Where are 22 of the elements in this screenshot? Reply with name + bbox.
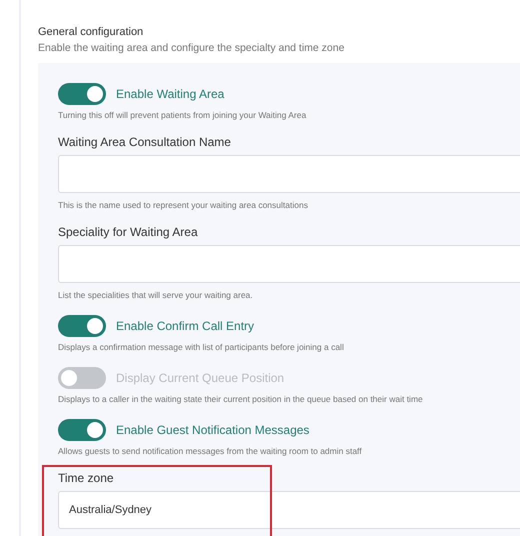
section-subtitle: Enable the waiting area and configure the specialty and time zone	[38, 42, 346, 54]
toggle-label: Display Current Queue Position	[116, 371, 284, 385]
hint-text: List the specialities that will serve your waiting area.	[58, 290, 254, 300]
toggle-label: Enable Guest Notification Messages	[116, 423, 310, 437]
hint-text: Allows guests to send notification messages from the waiting room to admin staff	[58, 446, 363, 456]
toggle-label: Enable Confirm Call Entry	[116, 319, 254, 333]
toggle-label: Enable Waiting Area	[116, 87, 224, 101]
field-label: Time zone	[58, 471, 115, 485]
field-label: Speciality for Waiting Area	[58, 225, 199, 239]
input-field[interactable]	[58, 245, 520, 283]
input-field[interactable]: Australia/Sydney	[58, 491, 520, 529]
hint-text: This is the name used to represent your waiting area consultations	[58, 200, 309, 210]
toggle-switch[interactable]	[58, 367, 106, 389]
hint-text: Turning this off will prevent patients from joining your Waiting Area	[58, 110, 308, 120]
hint-text: Displays a confirmation message with list of participants before joining a call	[58, 342, 345, 352]
toggle-switch[interactable]	[58, 419, 106, 441]
field-label: Waiting Area Consultation Name	[58, 135, 232, 149]
section-title: General configuration	[38, 26, 144, 38]
input-field[interactable]	[58, 155, 520, 193]
hint-text: Displays to a caller in the waiting state their current position in the queue based on their wait time	[58, 394, 424, 404]
toggle-switch[interactable]	[58, 315, 106, 337]
toggle-switch[interactable]	[58, 83, 106, 105]
